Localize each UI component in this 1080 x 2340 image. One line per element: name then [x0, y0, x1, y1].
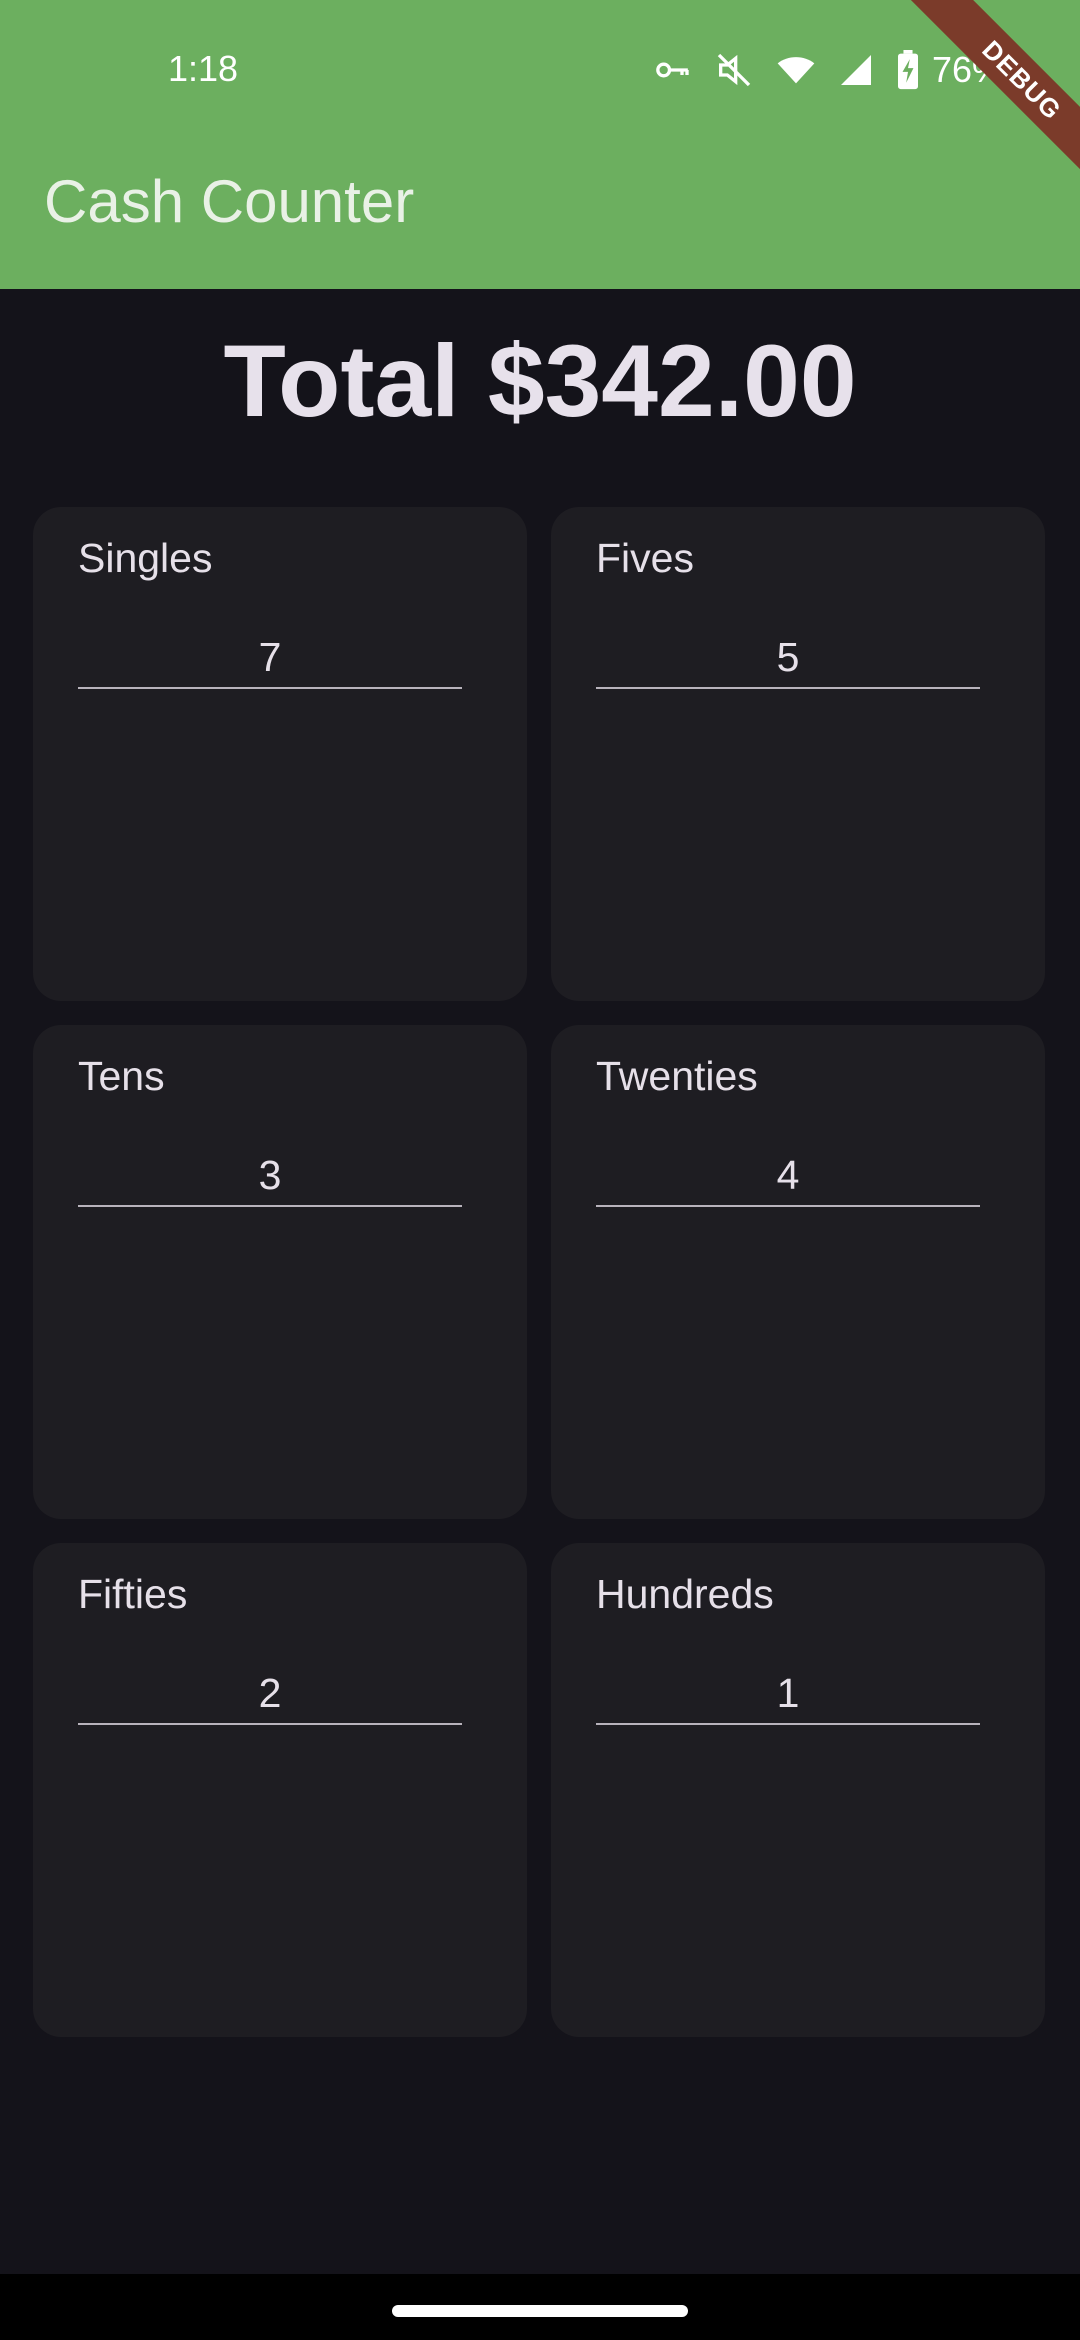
status-time: 1:18 [168, 48, 239, 89]
denomination-grid: Singles 7 Fives 5 Tens 3 Twenties 4 Fift… [33, 507, 1047, 2037]
total-amount: Total $342.00 [223, 324, 857, 438]
denomination-card-fives: Fives 5 [551, 507, 1045, 1001]
card-label: Singles [78, 535, 213, 581]
twenties-count-input[interactable]: 4 [596, 1145, 980, 1207]
card-label: Hundreds [596, 1571, 774, 1617]
battery-charging-icon [896, 50, 920, 90]
card-label: Tens [78, 1053, 165, 1099]
card-label: Twenties [596, 1053, 758, 1099]
home-indicator[interactable] [392, 2305, 688, 2317]
denomination-card-hundreds: Hundreds 1 [551, 1543, 1045, 2037]
page-title: Cash Counter [44, 168, 415, 235]
tens-count-input[interactable]: 3 [78, 1145, 462, 1207]
denomination-card-singles: Singles 7 [33, 507, 527, 1001]
denomination-card-twenties: Twenties 4 [551, 1025, 1045, 1519]
denomination-card-fifties: Fifties 2 [33, 1543, 527, 2037]
signal-icon [838, 52, 874, 88]
wifi-icon [776, 50, 816, 90]
mute-icon [714, 50, 754, 90]
fives-count-input[interactable]: 5 [596, 627, 980, 689]
singles-count-input[interactable]: 7 [78, 627, 462, 689]
app-bar: 1:18 76% Cash Counter DEBUG [0, 0, 1080, 289]
status-icons: 76% [652, 40, 1004, 100]
denomination-card-tens: Tens 3 [33, 1025, 527, 1519]
vpn-key-icon [652, 50, 692, 90]
card-label: Fifties [78, 1571, 188, 1617]
card-label: Fives [596, 535, 694, 581]
fifties-count-input[interactable]: 2 [78, 1663, 462, 1725]
hundreds-count-input[interactable]: 1 [596, 1663, 980, 1725]
debug-banner: DEBUG [900, 0, 1080, 202]
